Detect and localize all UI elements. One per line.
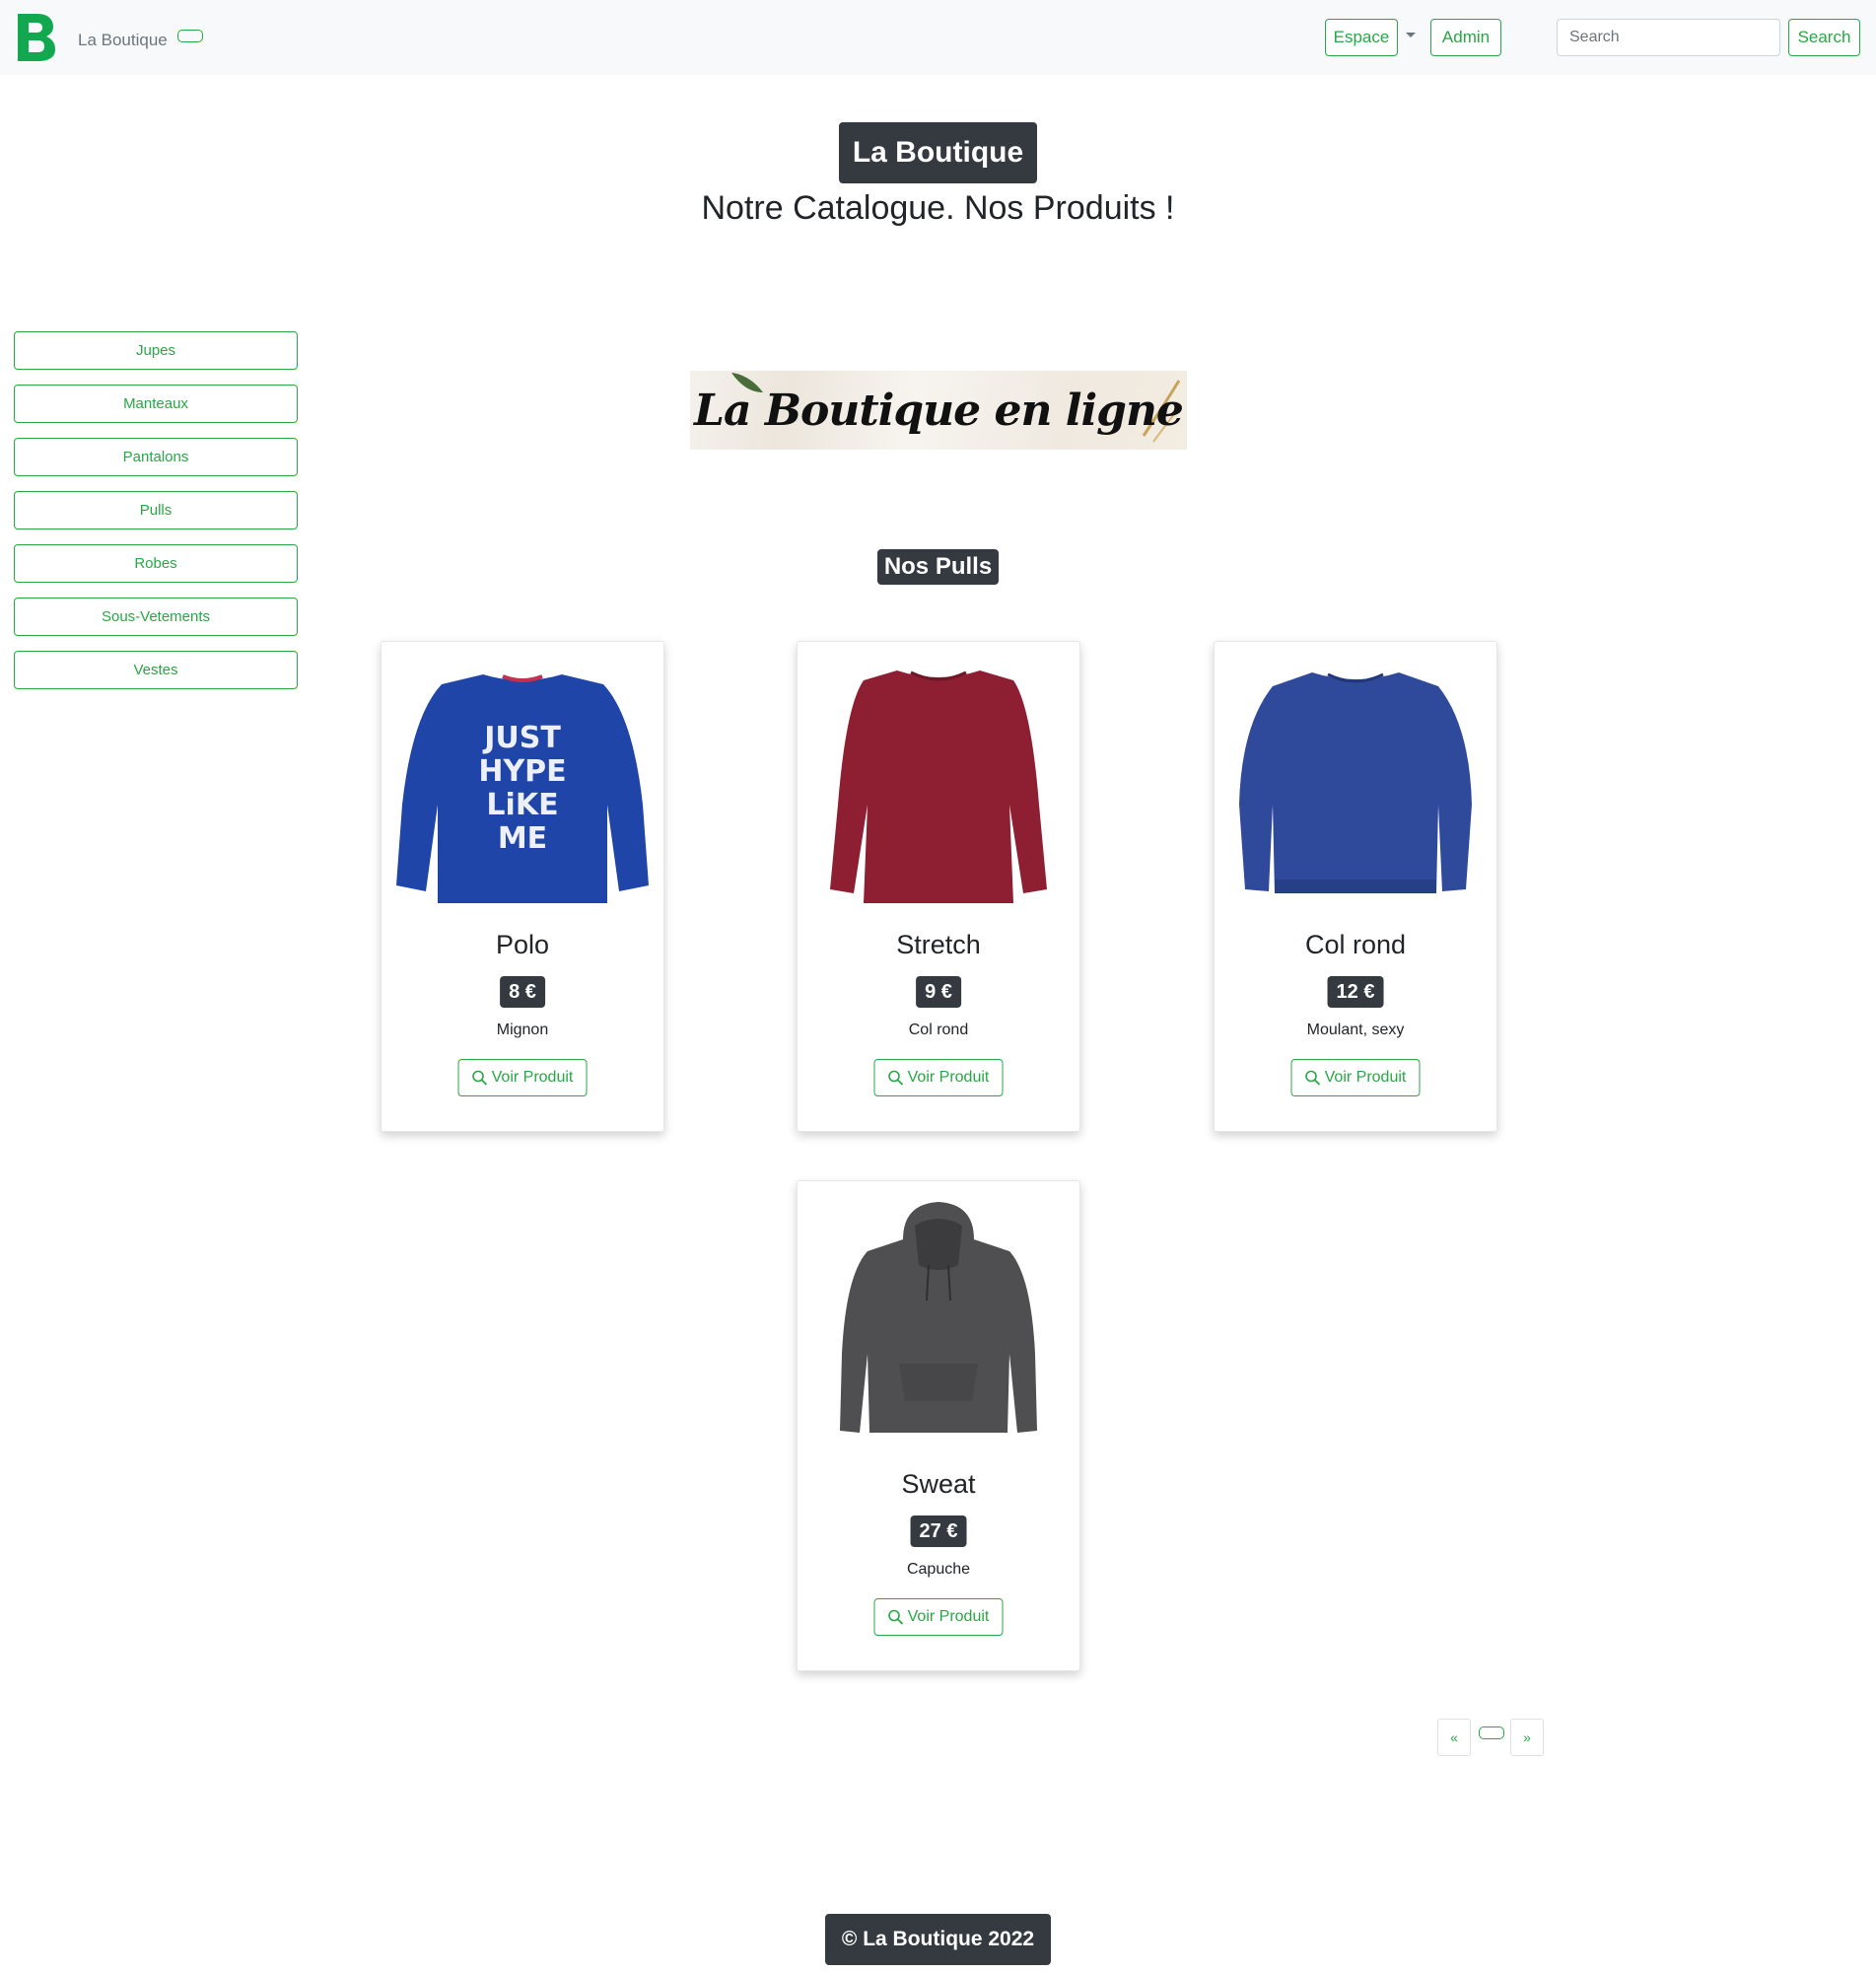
navbar: La Boutique Espace Admin Search (0, 0, 1876, 75)
banner-image: La Boutique en ligne (690, 371, 1187, 450)
print-line-3: LiKE (486, 788, 558, 822)
espace-dropdown-caret-icon[interactable] (1406, 33, 1416, 37)
voir-produit-button[interactable]: Voir Produit (873, 1598, 1004, 1636)
category-robes-button[interactable]: Robes (14, 544, 298, 583)
product-description: Col rond (908, 1022, 969, 1038)
product-title: Sweat (901, 1469, 976, 1499)
product-price-badge: 27 € (910, 1515, 967, 1547)
voir-produit-button[interactable]: Voir Produit (1290, 1059, 1421, 1096)
footer-copyright: © La Boutique 2022 (825, 1914, 1051, 1965)
category-pulls-button[interactable]: Pulls (14, 491, 298, 529)
pagination-next-button[interactable]: » (1510, 1719, 1544, 1756)
product-image-sweat (840, 1202, 1037, 1433)
product-price-badge: 8 € (500, 976, 545, 1008)
page-subtitle: Notre Catalogue. Nos Produits ! (701, 189, 1175, 227)
banner-text: La Boutique en ligne (694, 385, 1184, 436)
search-icon (1305, 1070, 1321, 1086)
search-icon (472, 1070, 488, 1086)
navbar-toggle-button[interactable] (177, 30, 203, 42)
section-title-badge: Nos Pulls (877, 549, 999, 585)
product-card: Sweat 27 € Capuche Voir Produit (797, 1180, 1080, 1671)
product-title: Polo (495, 930, 550, 959)
espace-button[interactable]: Espace (1325, 19, 1398, 56)
search-icon (888, 1070, 904, 1086)
voir-produit-button[interactable]: Voir Produit (873, 1059, 1004, 1096)
voir-produit-button[interactable]: Voir Produit (457, 1059, 588, 1096)
pagination-prev-button[interactable]: « (1437, 1719, 1471, 1756)
admin-button[interactable]: Admin (1430, 19, 1501, 56)
category-sous-vetements-button[interactable]: Sous-Vetements (14, 598, 298, 636)
voir-produit-label: Voir Produit (1324, 1069, 1407, 1086)
search-icon (888, 1609, 904, 1625)
voir-produit-label: Voir Produit (491, 1069, 574, 1086)
brand-logo-icon[interactable] (14, 10, 57, 65)
pagination-current-page[interactable] (1479, 1726, 1504, 1739)
product-image-stretch (830, 670, 1047, 903)
product-card: Stretch 9 € Col rond Voir Produit (797, 641, 1080, 1132)
product-card: JUST HYPE LiKE ME Polo 8 € Mignon Voir P… (381, 641, 664, 1132)
brand-link[interactable]: La Boutique (78, 31, 168, 50)
print-line-4: ME (498, 821, 547, 856)
category-jupes-button[interactable]: Jupes (14, 331, 298, 370)
category-vestes-button[interactable]: Vestes (14, 651, 298, 689)
search-button[interactable]: Search (1788, 19, 1860, 56)
product-title: Stretch (896, 930, 981, 959)
page-title-badge: La Boutique (839, 122, 1037, 183)
category-pantalons-button[interactable]: Pantalons (14, 438, 298, 476)
product-image-polo: JUST HYPE LiKE ME (396, 674, 649, 903)
product-title: Col rond (1304, 930, 1407, 959)
voir-produit-label: Voir Produit (907, 1069, 990, 1086)
product-description: Moulant, sexy (1306, 1022, 1405, 1038)
product-image-col-rond (1239, 672, 1472, 893)
product-description: Mignon (496, 1022, 549, 1038)
search-input[interactable] (1557, 19, 1780, 56)
product-card: Col rond 12 € Moulant, sexy Voir Produit (1214, 641, 1497, 1132)
product-price-badge: 9 € (916, 976, 961, 1008)
product-price-badge: 12 € (1327, 976, 1384, 1008)
product-description: Capuche (906, 1561, 971, 1578)
print-line-1: JUST (482, 721, 561, 755)
voir-produit-label: Voir Produit (907, 1608, 990, 1625)
category-manteaux-button[interactable]: Manteaux (14, 385, 298, 423)
print-line-2: HYPE (478, 754, 566, 789)
